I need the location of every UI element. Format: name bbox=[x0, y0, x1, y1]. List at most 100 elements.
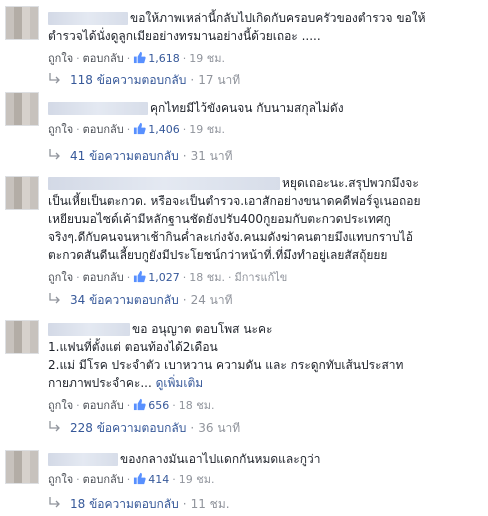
reply-arrow-icon bbox=[49, 149, 60, 160]
reply-button[interactable]: ตอบกลับ bbox=[83, 123, 124, 136]
avatar[interactable] bbox=[5, 92, 39, 126]
thumbs-up-icon bbox=[134, 270, 146, 283]
commenter-name[interactable] bbox=[48, 12, 128, 25]
see-more-link[interactable]: ดูเพิ่มเติม bbox=[156, 376, 204, 390]
reply-time: 17 นาที bbox=[198, 73, 241, 87]
timestamp[interactable]: 19 ชม. bbox=[179, 473, 215, 486]
comment-text-line: เป็นเหี้ยเป็นตะกวด. หรือจะเป็นตำรวจ.เอาส… bbox=[48, 194, 421, 208]
replies-row[interactable]: 118 ข้อความตอบกลับ · 17 นาที bbox=[48, 72, 240, 88]
like-button[interactable]: ถูกใจ bbox=[48, 473, 73, 486]
commenter-name[interactable] bbox=[48, 323, 130, 336]
separator: · bbox=[126, 123, 131, 136]
avatar[interactable] bbox=[5, 450, 39, 484]
separator: · bbox=[76, 399, 80, 412]
comment-body: ของกลางมันเอาไปแดกกันหมดและกูว่า bbox=[48, 450, 478, 468]
comment-text-line: เหยียบมอไซด์เค้ามีหลักฐานชัดยังปรับ400กู… bbox=[48, 212, 391, 226]
reply-button[interactable]: ตอบกลับ bbox=[83, 52, 124, 65]
reply-count[interactable]: 34 ข้อความตอบกลับ bbox=[70, 293, 179, 307]
comment-text-line: 2.แม่ มีโรค ประจำตัว เบาหวาน ความดัน และ… bbox=[48, 358, 404, 372]
reply-count[interactable]: 118 ข้อความตอบกลับ bbox=[70, 73, 186, 87]
reply-button[interactable]: ตอบกลับ bbox=[83, 473, 124, 486]
reply-time: 24 นาที bbox=[190, 293, 233, 307]
replies-row[interactable]: 228 ข้อความตอบกลับ · 36 นาที bbox=[48, 420, 240, 436]
comment-text-line: จริงๆ.ดีกับคนจนหาเช้ากินค่ำละเก่งจัง.คนม… bbox=[48, 230, 413, 244]
reply-time: 36 นาที bbox=[198, 421, 241, 435]
commenter-name[interactable] bbox=[48, 453, 118, 466]
replies-row[interactable]: 18 ข้อความตอบกลับ · 11 ชม. bbox=[48, 496, 230, 512]
comment-actions: ถูกใจ · ตอบกลับ · 414 · 19 ชม. bbox=[48, 472, 214, 486]
comment: ของกลางมันเอาไปแดกกันหมดและกูว่า ถูกใจ · ต… bbox=[0, 440, 488, 516]
comment: หยุดเถอะนะ.สรุปพวกมึงจะ เป็นเหี้ยเป็นตะก… bbox=[0, 168, 488, 314]
comment-body: คุกไทยมีไว้ขังคนจน กับนามสกุลไม่ดัง bbox=[48, 99, 478, 117]
comment-text-line: กายภาพประจำคะ... bbox=[48, 376, 152, 390]
reply-arrow-icon bbox=[49, 293, 60, 304]
edited-label[interactable]: มีการแก้ไข bbox=[234, 271, 287, 284]
separator: · bbox=[227, 271, 232, 284]
separator: · bbox=[190, 421, 195, 435]
separator: · bbox=[182, 497, 187, 511]
reply-arrow-icon bbox=[49, 73, 60, 84]
separator: · bbox=[172, 399, 176, 412]
like-button[interactable]: ถูกใจ bbox=[48, 123, 73, 136]
separator: · bbox=[182, 293, 187, 307]
timestamp[interactable]: 18 ชม. bbox=[179, 399, 215, 412]
avatar[interactable] bbox=[5, 320, 39, 354]
comment-text-line: คุกไทยมีไว้ขังคนจน กับนามสกุลไม่ดัง bbox=[150, 101, 344, 115]
like-count[interactable]: 1,027 bbox=[148, 271, 180, 284]
reply-time: 11 ชม. bbox=[190, 497, 230, 511]
separator: · bbox=[126, 399, 131, 412]
commenter-name[interactable] bbox=[48, 177, 280, 190]
comment-text-line: ของกลางมันเอาไปแดกกันหมดและกูว่า bbox=[120, 452, 321, 466]
comment-text-line: 1.แฟนที่ตั้งแต่ ตอนท้องได้2เดือน bbox=[48, 340, 218, 354]
separator: · bbox=[126, 271, 131, 284]
like-button[interactable]: ถูกใจ bbox=[48, 271, 73, 284]
reply-count[interactable]: 228 ข้อความตอบกลับ bbox=[70, 421, 186, 435]
like-count[interactable]: 1,618 bbox=[148, 52, 180, 65]
comment: คุกไทยมีไว้ขังคนจน กับนามสกุลไม่ดัง ถูกใ… bbox=[0, 92, 488, 168]
reply-count[interactable]: 18 ข้อความตอบกลับ bbox=[70, 497, 179, 511]
reply-arrow-icon bbox=[49, 421, 60, 432]
separator: · bbox=[182, 123, 187, 136]
commenter-name[interactable] bbox=[48, 102, 148, 115]
comment-actions: ถูกใจ · ตอบกลับ · 656 · 18 ชม. bbox=[48, 398, 214, 412]
comment-text-line: ตะกวดสันดีนเลี้ยบกูยังมีประโยชน์กว่าหน้า… bbox=[48, 248, 388, 262]
separator: · bbox=[126, 473, 131, 486]
like-count[interactable]: 656 bbox=[148, 399, 169, 412]
separator: · bbox=[76, 52, 80, 65]
reply-arrow-icon bbox=[49, 497, 60, 508]
avatar[interactable] bbox=[5, 176, 39, 210]
like-button[interactable]: ถูกใจ bbox=[48, 399, 73, 412]
thumbs-up-icon bbox=[134, 472, 146, 485]
comment: ขอให้ภาพเหล่านี้กลับไปเกิดกับครอบครัวของ… bbox=[0, 0, 488, 92]
thumbs-up-icon bbox=[134, 398, 146, 411]
replies-row[interactable]: 34 ข้อความตอบกลับ · 24 นาที bbox=[48, 292, 233, 308]
reply-button[interactable]: ตอบกลับ bbox=[83, 399, 124, 412]
replies-row[interactable]: 41 ข้อความตอบกลับ · 31 นาที bbox=[48, 148, 233, 164]
separator: · bbox=[190, 73, 195, 87]
like-count[interactable]: 1,406 bbox=[148, 123, 180, 136]
like-count[interactable]: 414 bbox=[148, 473, 169, 486]
thumbs-up-icon bbox=[134, 51, 146, 64]
comment-text-line: ตำรวจได้นั่งดูลูกเมียอย่างทรมานอย่างนี้ด… bbox=[48, 29, 321, 43]
comment-actions: ถูกใจ · ตอบกลับ · 1,618 · 19 ชม. bbox=[48, 51, 225, 65]
separator: · bbox=[182, 149, 187, 163]
reply-count[interactable]: 41 ข้อความตอบกลับ bbox=[70, 149, 179, 163]
comment-body: ขอ อนุญาต ตอบโพส นะคะ 1.แฟนที่ตั้งแต่ ตอ… bbox=[48, 320, 478, 392]
comment-actions: ถูกใจ · ตอบกลับ · 1,027 · 18 ชม. · มีการแก้ไข bbox=[48, 270, 287, 284]
reply-button[interactable]: ตอบกลับ bbox=[83, 271, 124, 284]
separator: · bbox=[76, 123, 80, 136]
comment-actions: ถูกใจ · ตอบกลับ · 1,406 · 19 ชม. bbox=[48, 122, 225, 136]
avatar[interactable] bbox=[5, 6, 39, 40]
timestamp[interactable]: 18 ชม. bbox=[189, 271, 225, 284]
comment-feed: ขอให้ภาพเหล่านี้กลับไปเกิดกับครอบครัวของ… bbox=[0, 0, 488, 516]
separator: · bbox=[172, 473, 176, 486]
reply-time: 31 นาที bbox=[190, 149, 233, 163]
comment-text-line: ขอ อนุญาต ตอบโพส นะคะ bbox=[132, 322, 273, 336]
like-button[interactable]: ถูกใจ bbox=[48, 52, 73, 65]
timestamp[interactable]: 19 ชม. bbox=[189, 123, 225, 136]
timestamp[interactable]: 19 ชม. bbox=[189, 52, 225, 65]
separator: · bbox=[126, 52, 131, 65]
thumbs-up-icon bbox=[134, 122, 146, 135]
comment-body: ขอให้ภาพเหล่านี้กลับไปเกิดกับครอบครัวของ… bbox=[48, 9, 478, 45]
comment-text-line: ขอให้ภาพเหล่านี้กลับไปเกิดกับครอบครัวของ… bbox=[130, 11, 426, 25]
